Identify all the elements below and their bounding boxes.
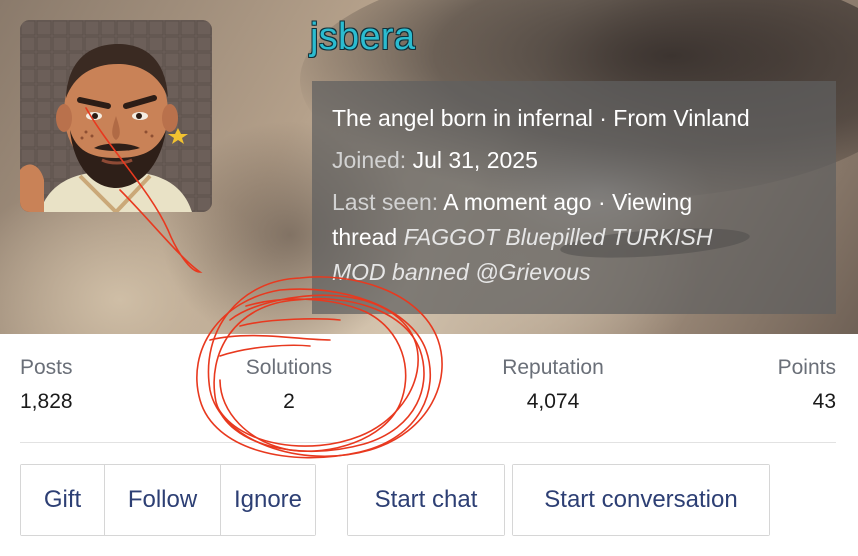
last-seen-thread-prefix: thread xyxy=(332,224,398,250)
stat-solutions[interactable]: Solutions 2 xyxy=(214,356,364,414)
last-seen-label: Last seen: xyxy=(332,189,439,215)
profile-info-panel: The angel born in infernal · From Vinlan… xyxy=(312,81,836,314)
member-actions-group: Gift Follow Ignore xyxy=(20,464,316,536)
stat-reputation-value: 4,074 xyxy=(526,390,580,413)
stat-solutions-value: 2 xyxy=(283,390,295,413)
stat-reputation[interactable]: Reputation 4,074 xyxy=(478,356,628,414)
stat-solutions-label: Solutions xyxy=(245,356,333,379)
stat-reputation-label: Reputation xyxy=(502,356,604,379)
chat-actions-group: Start chat xyxy=(347,464,505,536)
ignore-button[interactable]: Ignore xyxy=(221,465,315,535)
stat-points[interactable]: Points 43 xyxy=(778,356,836,414)
username[interactable]: jsbera xyxy=(310,16,415,59)
avatar-illustration xyxy=(20,20,212,212)
stat-points-label: Points xyxy=(777,356,836,379)
start-conversation-button[interactable]: Start conversation xyxy=(513,465,769,535)
start-chat-button[interactable]: Start chat xyxy=(348,465,504,535)
joined-value: Jul 31, 2025 xyxy=(412,147,538,173)
joined-row: Joined: Jul 31, 2025 xyxy=(332,143,816,178)
stat-posts-value: 1,828 xyxy=(20,390,73,413)
conversation-actions-group: Start conversation xyxy=(512,464,770,536)
joined-label: Joined: xyxy=(332,147,407,173)
gift-button[interactable]: Gift xyxy=(21,465,105,535)
avatar[interactable] xyxy=(20,20,212,212)
last-seen-thread-link[interactable]: FAGGOT Bluepilled TURKISH xyxy=(404,224,713,250)
stats-divider xyxy=(20,442,836,443)
follow-button[interactable]: Follow xyxy=(105,465,221,535)
last-seen-thread-row: thread FAGGOT Bluepilled TURKISH xyxy=(332,220,816,255)
last-seen-thread-link-cont[interactable]: MOD banned @Grievous xyxy=(332,255,816,290)
last-seen-row: Last seen: A moment ago · Viewing xyxy=(332,185,816,220)
stat-posts[interactable]: Posts 1,828 xyxy=(20,356,73,414)
last-seen-value: A moment ago · Viewing xyxy=(443,189,693,215)
stat-posts-label: Posts xyxy=(20,356,73,379)
profile-tagline: The angel born in infernal · From Vinlan… xyxy=(332,105,750,131)
profile-stats: Posts 1,828 Solutions 2 Reputation 4,074… xyxy=(0,356,858,426)
stat-points-value: 43 xyxy=(812,390,836,413)
